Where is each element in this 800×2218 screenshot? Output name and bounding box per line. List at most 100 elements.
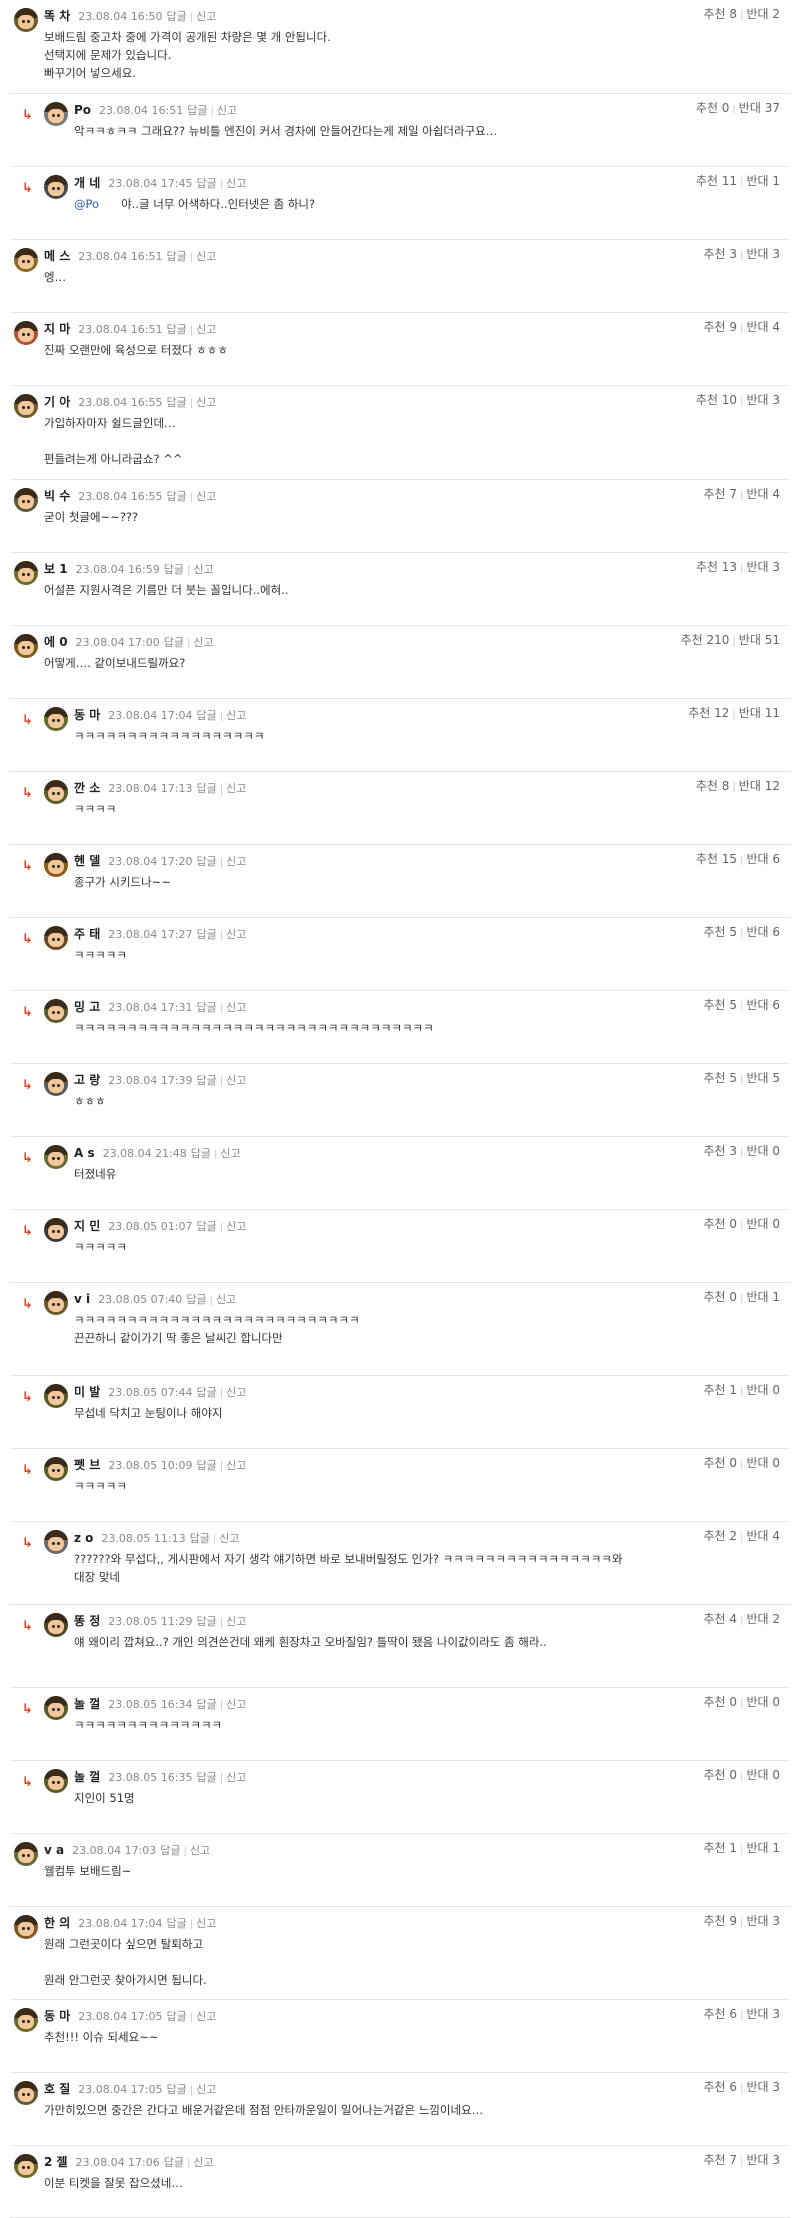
avatar[interactable]: [44, 999, 68, 1023]
upvote-label[interactable]: 추천: [704, 1529, 726, 1543]
author-nickname[interactable]: 놀 껄: [74, 1697, 100, 1711]
author-nickname[interactable]: 미 발: [74, 1385, 100, 1399]
reply-link[interactable]: 답글: [164, 563, 184, 576]
avatar[interactable]: [44, 1613, 68, 1637]
author-nickname[interactable]: 고 랑: [74, 1073, 100, 1087]
author-nickname[interactable]: 지 마: [44, 322, 70, 336]
upvote-label[interactable]: 추천: [704, 1695, 726, 1709]
author-nickname[interactable]: 한 의: [44, 1916, 70, 1930]
reply-link[interactable]: 답글: [196, 1001, 216, 1014]
report-link[interactable]: 신고: [216, 1293, 236, 1306]
reply-link[interactable]: 답글: [164, 2156, 184, 2169]
reply-link[interactable]: 답글: [166, 490, 186, 503]
upvote-label[interactable]: 추천: [704, 925, 726, 939]
avatar[interactable]: [44, 780, 68, 804]
upvote-label[interactable]: 추천: [704, 1456, 726, 1470]
upvote-label[interactable]: 추천: [704, 1841, 726, 1855]
author-nickname[interactable]: 똥 정: [74, 1614, 100, 1628]
author-nickname[interactable]: 호 질: [44, 2082, 70, 2096]
avatar[interactable]: [44, 926, 68, 950]
reply-link[interactable]: 답글: [196, 1771, 216, 1784]
report-link[interactable]: 신고: [219, 1532, 239, 1545]
downvote-label[interactable]: 반대: [746, 7, 768, 21]
author-nickname[interactable]: z o: [74, 1531, 93, 1545]
avatar[interactable]: [14, 2154, 38, 2178]
upvote-label[interactable]: 추천: [696, 393, 718, 407]
upvote-label[interactable]: 추천: [704, 247, 726, 261]
reply-link[interactable]: 답글: [196, 709, 216, 722]
report-link[interactable]: 신고: [196, 396, 216, 409]
downvote-label[interactable]: 반대: [739, 101, 761, 115]
downvote-label[interactable]: 반대: [746, 1144, 768, 1158]
downvote-label[interactable]: 반대: [739, 633, 761, 647]
author-nickname[interactable]: 똑 차: [44, 9, 70, 23]
reply-link[interactable]: 답글: [196, 928, 216, 941]
avatar[interactable]: [14, 634, 38, 658]
downvote-label[interactable]: 반대: [739, 779, 761, 793]
avatar[interactable]: [44, 1145, 68, 1169]
avatar[interactable]: [44, 707, 68, 731]
author-nickname[interactable]: 빅 수: [44, 489, 70, 503]
author-nickname[interactable]: 에 0: [44, 635, 68, 649]
reply-link[interactable]: 답글: [196, 855, 216, 868]
upvote-label[interactable]: 추천: [688, 706, 710, 720]
reply-link[interactable]: 답글: [196, 1220, 216, 1233]
upvote-label[interactable]: 추천: [696, 852, 718, 866]
downvote-label[interactable]: 반대: [746, 247, 768, 261]
report-link[interactable]: 신고: [226, 782, 246, 795]
author-nickname[interactable]: Po: [74, 103, 91, 117]
avatar[interactable]: [44, 1457, 68, 1481]
author-nickname[interactable]: A s: [74, 1146, 95, 1160]
report-link[interactable]: 신고: [196, 2010, 216, 2023]
upvote-label[interactable]: 추천: [704, 998, 726, 1012]
reply-link[interactable]: 답글: [160, 1844, 180, 1857]
downvote-label[interactable]: 반대: [739, 706, 761, 720]
reply-link[interactable]: 답글: [166, 323, 186, 336]
report-link[interactable]: 신고: [217, 104, 237, 117]
avatar[interactable]: [14, 2008, 38, 2032]
report-link[interactable]: 신고: [196, 490, 216, 503]
avatar[interactable]: [44, 1291, 68, 1315]
upvote-label[interactable]: 추천: [704, 2080, 726, 2094]
upvote-label[interactable]: 추천: [704, 1071, 726, 1085]
report-link[interactable]: 신고: [196, 323, 216, 336]
author-nickname[interactable]: 보 1: [44, 562, 68, 576]
report-link[interactable]: 신고: [193, 2156, 213, 2169]
report-link[interactable]: 신고: [226, 1615, 246, 1628]
reply-link[interactable]: 답글: [186, 1293, 206, 1306]
reply-link[interactable]: 답글: [196, 1459, 216, 1472]
report-link[interactable]: 신고: [220, 1147, 240, 1160]
upvote-label[interactable]: 추천: [696, 779, 718, 793]
upvote-label[interactable]: 추천: [704, 2007, 726, 2021]
author-nickname[interactable]: 개 네: [74, 176, 100, 190]
author-nickname[interactable]: 깐 소: [74, 781, 100, 795]
reply-link[interactable]: 답글: [166, 10, 186, 23]
avatar[interactable]: [44, 102, 68, 126]
upvote-label[interactable]: 추천: [696, 560, 718, 574]
upvote-label[interactable]: 추천: [704, 320, 726, 334]
avatar[interactable]: [44, 1696, 68, 1720]
author-nickname[interactable]: 동 마: [74, 708, 100, 722]
report-link[interactable]: 신고: [226, 1001, 246, 1014]
report-link[interactable]: 신고: [196, 10, 216, 23]
upvote-label[interactable]: 추천: [696, 101, 718, 115]
downvote-label[interactable]: 반대: [746, 1290, 768, 1304]
author-nickname[interactable]: 동 마: [44, 2009, 70, 2023]
avatar[interactable]: [14, 394, 38, 418]
upvote-label[interactable]: 추천: [681, 633, 703, 647]
reply-link[interactable]: 답글: [196, 1615, 216, 1628]
downvote-label[interactable]: 반대: [746, 174, 768, 188]
author-nickname[interactable]: 밍 고: [74, 1000, 100, 1014]
reply-link[interactable]: 답글: [196, 782, 216, 795]
avatar[interactable]: [44, 853, 68, 877]
report-link[interactable]: 신고: [226, 928, 246, 941]
reply-link[interactable]: 답글: [166, 396, 186, 409]
reply-link[interactable]: 답글: [164, 636, 184, 649]
avatar[interactable]: [14, 2081, 38, 2105]
upvote-label[interactable]: 추천: [704, 1217, 726, 1231]
upvote-label[interactable]: 추천: [704, 487, 726, 501]
upvote-label[interactable]: 추천: [704, 2153, 726, 2167]
author-nickname[interactable]: 주 태: [74, 927, 100, 941]
downvote-label[interactable]: 반대: [746, 1612, 768, 1626]
downvote-label[interactable]: 반대: [746, 1841, 768, 1855]
